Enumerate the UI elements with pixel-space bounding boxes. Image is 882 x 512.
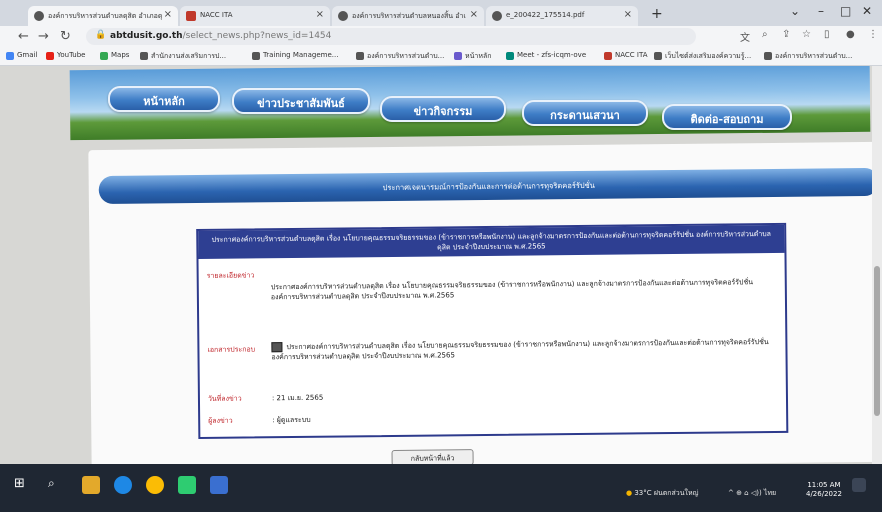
notification-icon[interactable] bbox=[852, 478, 866, 492]
globe-icon bbox=[34, 11, 44, 21]
attachment-link[interactable]: ประกาศองค์การบริหารส่วนตำบลดุสิต เรื่อง … bbox=[271, 338, 768, 361]
nav-news[interactable]: ข่าวประชาสัมพันธ์ bbox=[232, 88, 370, 114]
menu-icon[interactable]: ⋮ bbox=[868, 29, 878, 40]
maximize-button[interactable]: □ bbox=[840, 4, 851, 18]
globe-icon bbox=[140, 52, 148, 60]
date-label: วันที่ลงข่าว bbox=[207, 394, 242, 403]
profile-icon[interactable]: ● bbox=[846, 29, 855, 40]
tab-search-icon[interactable]: ⌄ bbox=[790, 4, 800, 18]
clock[interactable]: 11:05 AM 4/26/2022 bbox=[806, 481, 842, 499]
close-icon[interactable]: × bbox=[624, 9, 632, 20]
globe-icon bbox=[338, 11, 348, 21]
tab-strip: องค์การบริหารส่วนตำบลดุสิต อำเภอดุ × NAC… bbox=[0, 0, 882, 26]
close-icon[interactable]: × bbox=[316, 9, 324, 20]
search-icon[interactable]: ⌕ bbox=[48, 476, 66, 494]
page-viewport: หน้าหลัก ข่าวประชาสัมพันธ์ ข่าวกิจกรรม ก… bbox=[0, 66, 882, 464]
tab-pdf[interactable]: e_200422_175514.pdf × bbox=[486, 6, 638, 26]
scrollbar-thumb[interactable] bbox=[874, 266, 880, 416]
clock-time: 11:05 AM bbox=[807, 481, 841, 489]
news-box: ประกาศองค์การบริหารส่วนตำบลดุสิต เรื่อง … bbox=[196, 222, 789, 440]
globe-icon bbox=[252, 52, 260, 60]
bookmark-abt-2[interactable]: องค์การบริหารส่วนตำบ... bbox=[764, 51, 852, 62]
maps-icon bbox=[100, 52, 108, 60]
tab-abtdusit[interactable]: องค์การบริหารส่วนตำบลดุสิต อำเภอดุ × bbox=[28, 6, 178, 26]
back-arrow-icon[interactable]: ← bbox=[18, 29, 29, 44]
system-tray[interactable]: ^ ⊕ ⌂ ◁)) ไทย bbox=[728, 488, 776, 499]
nacc-icon bbox=[604, 52, 612, 60]
tab-title: e_200422_175514.pdf bbox=[506, 11, 585, 19]
home-icon bbox=[454, 52, 462, 60]
nav-home[interactable]: หน้าหลัก bbox=[108, 86, 220, 112]
clock-date: 4/26/2022 bbox=[806, 490, 842, 498]
close-icon[interactable]: × bbox=[164, 9, 172, 20]
author-label: ผู้ลงข่าว bbox=[208, 416, 233, 425]
meet-icon bbox=[506, 52, 514, 60]
minimize-button[interactable]: – bbox=[818, 4, 824, 18]
weather-widget[interactable]: ● 33°C ฝนตกส่วนใหญ่ bbox=[626, 488, 699, 499]
close-icon[interactable]: × bbox=[470, 9, 478, 20]
lock-icon: 🔒 bbox=[95, 30, 107, 40]
windows-taskbar: ⊞ ⌕ ● 33°C ฝนตกส่วนใหญ่ ^ ⊕ ⌂ ◁)) ไทย 11… bbox=[0, 464, 882, 512]
bookmark-training[interactable]: Training Manageme... bbox=[252, 51, 338, 60]
tab-title: องค์การบริหารส่วนตำบลหนองสิ้น อำเ bbox=[352, 12, 466, 20]
bookmark-osm[interactable]: สำนักงานส่งเสริมการป... bbox=[140, 51, 226, 62]
news-headline: ประกาศองค์การบริหารส่วนตำบลดุสิต เรื่อง … bbox=[198, 224, 785, 259]
zoom-icon[interactable]: ⌕ bbox=[762, 29, 768, 40]
nacc-icon bbox=[186, 11, 196, 21]
bookmark-maps[interactable]: Maps bbox=[100, 51, 129, 60]
edge-icon[interactable] bbox=[114, 476, 132, 494]
bookmark-nacc[interactable]: NACC ITA bbox=[604, 51, 648, 60]
chrome-icon[interactable] bbox=[146, 476, 164, 494]
word-icon[interactable] bbox=[210, 476, 228, 494]
globe-icon bbox=[764, 52, 772, 60]
nav-activities[interactable]: ข่าวกิจกรรม bbox=[380, 96, 506, 122]
tab-title: NACC ITA bbox=[200, 11, 233, 19]
detail-label: รายละเอียดข่าว bbox=[206, 271, 255, 280]
browser-toolbar: ← → ↻ 🔒 abtdusit.go.th/select_news.php?n… bbox=[0, 26, 882, 48]
globe-icon bbox=[492, 11, 502, 21]
tab-title: องค์การบริหารส่วนตำบลดุสิต อำเภอดุ bbox=[48, 12, 163, 20]
section-title: ประกาศเจตนารมณ์การป้องกันและการต่อต้านกา… bbox=[98, 167, 879, 205]
new-tab-button[interactable]: + bbox=[651, 6, 663, 22]
nav-webboard[interactable]: กระดานเสวนา bbox=[522, 100, 648, 126]
star-icon[interactable]: ☆ bbox=[802, 29, 811, 40]
content-panel: ประกาศเจตนารมณ์การป้องกันและการต่อต้านกา… bbox=[88, 141, 882, 464]
weather-sun-icon: ● bbox=[626, 489, 633, 497]
gmail-icon bbox=[6, 52, 14, 60]
forward-arrow-icon[interactable]: → bbox=[38, 29, 49, 44]
tab-nacc-ita[interactable]: NACC ITA × bbox=[180, 6, 330, 26]
back-button[interactable]: กลับหน้าที่แล้ว bbox=[391, 449, 474, 464]
sidebar-icon[interactable]: ▯ bbox=[824, 29, 830, 40]
address-bar[interactable]: 🔒 abtdusit.go.th/select_news.php?news_id… bbox=[86, 28, 696, 45]
file-explorer-icon[interactable] bbox=[82, 476, 100, 494]
bookmark-meet[interactable]: Meet - zfs-icqm-ove bbox=[506, 51, 586, 60]
windows-start-icon[interactable]: ⊞ bbox=[14, 476, 32, 494]
date-value: : 21 เม.ย. 2565 bbox=[271, 393, 324, 403]
bookmarks-bar: Gmail YouTube Maps สำนักงานส่งเสริมการป.… bbox=[0, 48, 882, 66]
bookmark-home[interactable]: หน้าหลัก bbox=[454, 51, 491, 62]
line-icon[interactable] bbox=[178, 476, 196, 494]
reload-icon[interactable]: ↻ bbox=[60, 29, 71, 44]
url-text: abtdusit.go.th/select_news.php?news_id=1… bbox=[110, 31, 332, 41]
bookmark-gmail[interactable]: Gmail bbox=[6, 51, 37, 60]
document-icon[interactable] bbox=[271, 342, 283, 353]
bookmark-youtube[interactable]: YouTube bbox=[46, 51, 85, 60]
tab-nongsin[interactable]: องค์การบริหารส่วนตำบลหนองสิ้น อำเ × bbox=[332, 6, 484, 26]
detail-text: ประกาศองค์การบริหารส่วนตำบลดุสิต เรื่อง … bbox=[270, 278, 754, 302]
attachment-row[interactable]: ประกาศองค์การบริหารส่วนตำบลดุสิต เรื่อง … bbox=[271, 337, 771, 362]
bookmark-abt[interactable]: องค์การบริหารส่วนตำบ... bbox=[356, 51, 444, 62]
globe-icon bbox=[654, 52, 662, 60]
author-value: : ผู้ดูแลระบบ bbox=[272, 415, 311, 425]
bookmark-knowledge[interactable]: เว็บไซต์ส่งเสริมองค์ความรู้... bbox=[654, 51, 751, 62]
youtube-icon bbox=[46, 52, 54, 60]
close-window-button[interactable]: ✕ bbox=[862, 4, 872, 18]
page-scrollbar[interactable] bbox=[872, 66, 882, 464]
translate-icon[interactable]: 文 bbox=[740, 29, 750, 44]
share-icon[interactable]: ⇪ bbox=[782, 29, 790, 40]
attachment-label: เอกสารประกอบ bbox=[207, 345, 256, 354]
nav-contact[interactable]: ติดต่อ-สอบถาม bbox=[662, 104, 792, 130]
globe-icon bbox=[356, 52, 364, 60]
